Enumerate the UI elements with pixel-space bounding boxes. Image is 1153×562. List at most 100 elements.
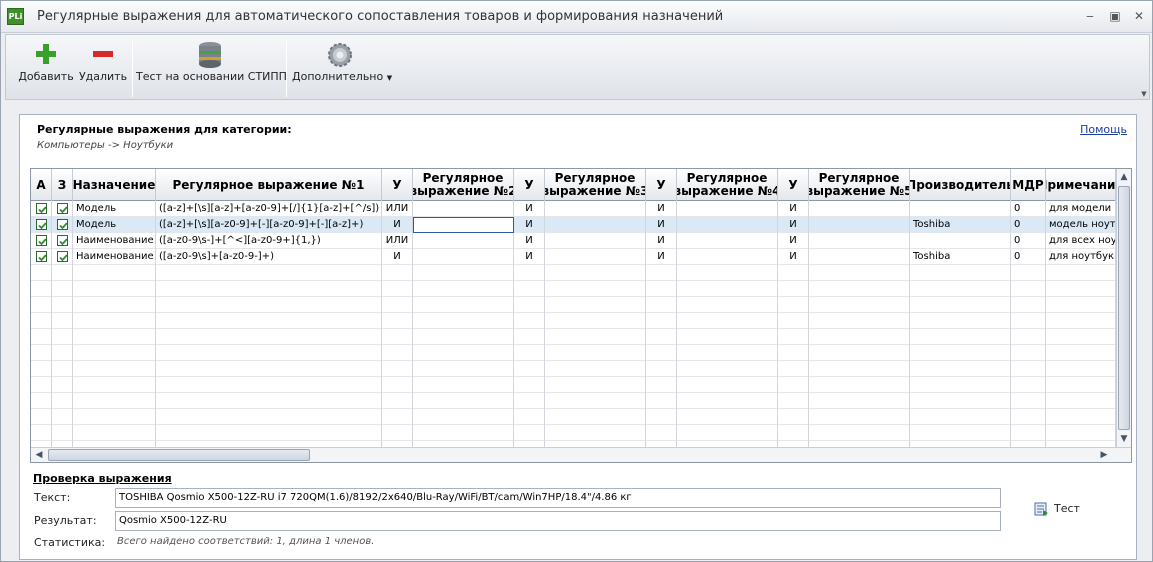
cell-op1[interactable]: ИЛИ	[382, 201, 413, 217]
cell-a[interactable]	[31, 265, 52, 281]
cell-op4[interactable]	[778, 393, 809, 409]
cell-op4[interactable]	[778, 377, 809, 393]
cell-op1[interactable]	[382, 425, 413, 441]
cell-regex4[interactable]	[677, 425, 778, 441]
cell-op2[interactable]: И	[514, 201, 545, 217]
cell-regex4[interactable]	[677, 377, 778, 393]
cell-manufacturer[interactable]: Toshiba	[910, 217, 1011, 233]
cell-regex2[interactable]	[413, 345, 514, 361]
cell-op2[interactable]	[514, 297, 545, 313]
col-a-header[interactable]: А	[31, 169, 52, 201]
empty-row[interactable]	[31, 313, 1116, 329]
cell-op4[interactable]	[778, 409, 809, 425]
table-row[interactable]: Наименование ([a-z0-9\s-]+[^<][a-z0-9+]{1…	[31, 233, 1116, 249]
cell-regex4[interactable]	[677, 361, 778, 377]
cell-z[interactable]	[52, 313, 73, 329]
table-row[interactable]: Модель ([a-z]+[\s][a-z]+[a-z0-9]+[/]{1}[a…	[31, 201, 1116, 217]
table-row[interactable]: Модель ([a-z]+[\s][a-z0-9]+[-][a-z0-9]+[-…	[31, 217, 1116, 233]
cell-purpose[interactable]	[73, 281, 156, 297]
cell-regex1[interactable]	[156, 345, 382, 361]
cell-op2[interactable]	[514, 393, 545, 409]
cell-regex4[interactable]	[677, 217, 778, 233]
cell-note[interactable]	[1046, 265, 1116, 281]
cell-op4[interactable]	[778, 265, 809, 281]
cell-op3[interactable]	[646, 425, 677, 441]
scroll-down-icon[interactable]: ▼	[1117, 432, 1131, 446]
cell-regex4[interactable]	[677, 201, 778, 217]
cell-note[interactable]	[1046, 345, 1116, 361]
empty-row[interactable]	[31, 425, 1116, 441]
col-mdr-header[interactable]: МДР	[1011, 169, 1046, 201]
empty-row[interactable]	[31, 329, 1116, 345]
cell-purpose[interactable]	[73, 329, 156, 345]
cell-regex5[interactable]	[809, 297, 910, 313]
cell-regex4[interactable]	[677, 393, 778, 409]
cell-purpose[interactable]	[73, 313, 156, 329]
cell-op3[interactable]	[646, 409, 677, 425]
cell-mdr[interactable]: 0	[1011, 217, 1046, 233]
col-purpose-header[interactable]: Назначение	[73, 169, 156, 201]
checkbox-checked-icon[interactable]	[56, 235, 68, 246]
cell-regex2[interactable]	[413, 313, 514, 329]
cell-regex4[interactable]	[677, 329, 778, 345]
col-regex5-header[interactable]: Регулярное выражение №5	[809, 169, 910, 201]
cell-z[interactable]	[52, 265, 73, 281]
cell-op1[interactable]	[382, 313, 413, 329]
empty-row[interactable]	[31, 345, 1116, 361]
cell-regex1[interactable]	[156, 361, 382, 377]
cell-op1[interactable]	[382, 265, 413, 281]
cell-regex5[interactable]	[809, 329, 910, 345]
cell-op4[interactable]	[778, 329, 809, 345]
cell-op3[interactable]	[646, 377, 677, 393]
cell-note[interactable]	[1046, 329, 1116, 345]
cell-mdr[interactable]	[1011, 329, 1046, 345]
cell-z[interactable]	[52, 233, 73, 249]
cell-a[interactable]	[31, 249, 52, 265]
cell-op4[interactable]	[778, 345, 809, 361]
col-op2-header[interactable]: У	[514, 169, 545, 201]
cell-regex3[interactable]	[545, 249, 646, 265]
cell-purpose[interactable]	[73, 409, 156, 425]
cell-regex4[interactable]	[677, 265, 778, 281]
cell-op2[interactable]	[514, 329, 545, 345]
cell-z[interactable]	[52, 281, 73, 297]
cell-op4[interactable]: И	[778, 233, 809, 249]
cell-z[interactable]	[52, 297, 73, 313]
cell-regex5[interactable]	[809, 265, 910, 281]
cell-z[interactable]	[52, 329, 73, 345]
cell-regex1[interactable]	[156, 297, 382, 313]
cell-op4[interactable]	[778, 281, 809, 297]
cell-regex3[interactable]	[545, 377, 646, 393]
cell-regex2[interactable]	[413, 217, 514, 233]
regex-grid[interactable]: А З Назначение Регулярное выражение №1 У Регу…	[30, 168, 1132, 463]
cell-z[interactable]	[52, 201, 73, 217]
cell-a[interactable]	[31, 409, 52, 425]
cell-regex4[interactable]	[677, 313, 778, 329]
cell-regex5[interactable]	[809, 393, 910, 409]
cell-regex5[interactable]	[809, 425, 910, 441]
cell-manufacturer[interactable]	[910, 201, 1011, 217]
cell-op1[interactable]	[382, 345, 413, 361]
cell-regex1[interactable]	[156, 329, 382, 345]
cell-regex5[interactable]	[809, 249, 910, 265]
cell-regex3[interactable]	[545, 297, 646, 313]
col-regex3-header[interactable]: Регулярное выражение №3	[545, 169, 646, 201]
scroll-left-icon[interactable]: ◀	[32, 448, 46, 462]
more-button[interactable]: Дополнительно ▼	[292, 35, 392, 99]
cell-regex4[interactable]	[677, 281, 778, 297]
cell-regex2[interactable]	[413, 249, 514, 265]
cell-a[interactable]	[31, 377, 52, 393]
cell-regex3[interactable]	[545, 201, 646, 217]
cell-op4[interactable]	[778, 297, 809, 313]
col-z-header[interactable]: З	[52, 169, 73, 201]
cell-regex4[interactable]	[677, 345, 778, 361]
cell-manufacturer[interactable]	[910, 313, 1011, 329]
cell-regex2[interactable]	[413, 233, 514, 249]
cell-op2[interactable]	[514, 281, 545, 297]
cell-regex1[interactable]	[156, 393, 382, 409]
col-op1-header[interactable]: У	[382, 169, 413, 201]
cell-op1[interactable]	[382, 281, 413, 297]
cell-op1[interactable]: И	[382, 249, 413, 265]
cell-regex1[interactable]	[156, 313, 382, 329]
cell-a[interactable]	[31, 329, 52, 345]
